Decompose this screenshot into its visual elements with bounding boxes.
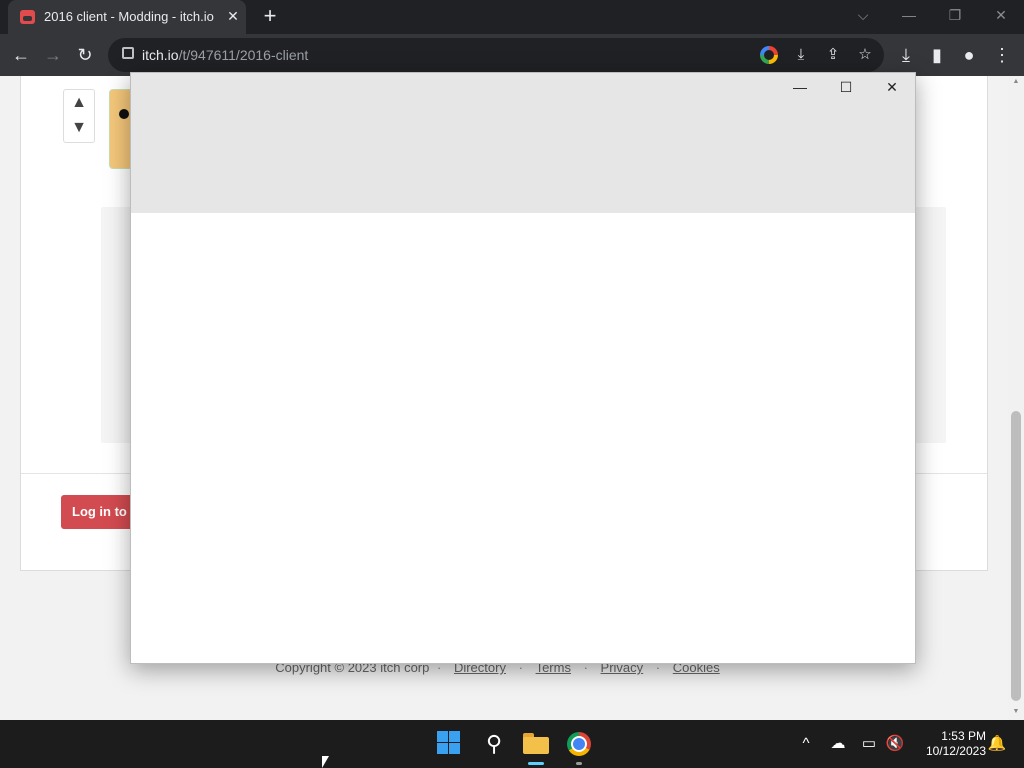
url-text[interactable]: itch.io/t/947611/2016-client [142,47,308,63]
url-path: /t/947611/2016-client [178,47,309,63]
window-close-button[interactable]: ✕ [978,0,1024,32]
reload-icon[interactable]: ↻ [72,42,98,68]
share-icon[interactable]: ⇪ [822,44,844,66]
popup-title-area[interactable]: — ☐ ✕ [131,73,915,213]
page-scrollbar[interactable]: ▲ ▼ [1008,76,1024,720]
browser-toolbar: ← → ↻ itch.io/t/947611/2016-client ⤓ ⇪ ☆… [0,34,1024,76]
windows-start-icon[interactable] [434,728,466,760]
popup-window: — ☐ ✕ [130,72,916,664]
popup-close-button[interactable]: ✕ [869,75,915,101]
forward-icon[interactable]: → [40,42,66,68]
file-explorer-icon[interactable] [520,728,552,765]
onedrive-icon[interactable]: ☁ [827,734,849,754]
browser-menu-icon[interactable]: ⋮ [989,42,1015,68]
popup-minimize-button[interactable]: — [777,75,823,101]
scroll-up-icon[interactable]: ▲ [1008,76,1024,88]
itchio-favicon-icon [20,10,35,24]
taskbar: ⚲ ^ ☁ ▭ 🔇 1:53 PM 10/12/2023 🔔 [0,720,1024,768]
browser-tab[interactable]: 2016 client - Modding - itch.io ✕ [8,0,246,34]
tray-overflow-chevron-icon[interactable]: ^ [795,734,817,754]
new-tab-button[interactable]: + [258,5,282,29]
side-panel-icon[interactable]: ▮ [924,42,950,68]
window-minimize-button[interactable]: — [886,0,932,32]
search-icon[interactable]: ⚲ [478,728,510,760]
tab-close-icon[interactable]: ✕ [224,7,242,25]
network-icon[interactable]: ▭ [858,734,880,754]
profile-icon[interactable]: ● [956,42,982,68]
mouse-cursor [322,756,329,768]
lock-icon[interactable] [122,47,134,59]
scroll-down-icon[interactable]: ▼ [1008,706,1024,718]
scroll-thumb[interactable] [1011,411,1021,701]
url-host: itch.io [142,47,179,63]
address-bar[interactable]: itch.io/t/947611/2016-client ⤓ ⇪ ☆ [108,38,884,72]
volume-muted-icon[interactable]: 🔇 [884,734,906,754]
downvote-icon[interactable]: ▼ [68,117,90,139]
avatar-eye [119,109,129,119]
bookmark-star-icon[interactable]: ☆ [854,44,876,66]
vote-widget: ▲ ▼ [63,89,95,143]
browser-tab-bar: 2016 client - Modding - itch.io ✕ + ⌵ — … [0,0,1024,34]
downloads-icon[interactable]: ⤓ [893,42,919,68]
tab-title: 2016 client - Modding - itch.io [44,9,214,24]
tab-search-icon[interactable]: ⌵ [840,0,886,32]
popup-maximize-button[interactable]: ☐ [823,75,869,101]
upvote-icon[interactable]: ▲ [68,92,90,114]
window-restore-button[interactable]: ❐ [932,0,978,32]
back-icon[interactable]: ← [8,42,34,68]
chrome-icon[interactable] [563,728,595,765]
clock-time: 1:53 PM [941,729,986,743]
install-app-icon[interactable]: ⤓ [790,44,812,66]
google-lens-icon[interactable] [760,46,778,64]
system-clock[interactable]: 1:53 PM 10/12/2023 [910,729,986,759]
notification-bell-icon[interactable]: 🔔 [986,734,1008,754]
clock-date: 10/12/2023 [925,744,986,758]
